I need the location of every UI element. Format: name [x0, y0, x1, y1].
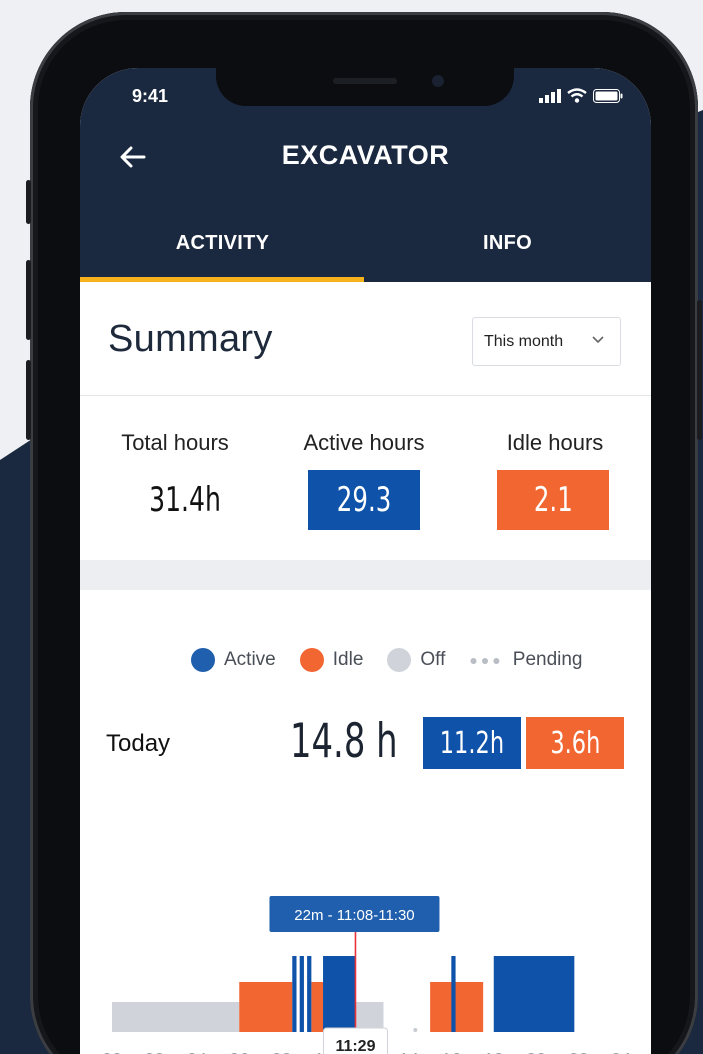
period-select-value: This month	[484, 332, 564, 350]
total-hours-value: 31.4h	[149, 480, 221, 520]
activity-timeline-chart[interactable]: 0002040608101214161820222422m - 11:08-11…	[80, 828, 651, 1054]
total-hours-label: Total hours	[121, 430, 229, 455]
today-label: Today	[106, 730, 171, 757]
summary-heading: Summary	[108, 318, 273, 360]
timeline-segment-active	[292, 956, 297, 1032]
chart-legend: Active Idle Off ●●● Pending	[191, 648, 583, 672]
phone-volume-up	[26, 260, 31, 340]
active-hours-number: 29.3	[336, 480, 392, 520]
x-tick-label: 08	[272, 1050, 292, 1054]
timeline-segment-idle	[239, 982, 293, 1032]
pending-marker	[413, 1028, 418, 1032]
x-tick-label: 02	[144, 1050, 164, 1054]
today-active-box: 11.2h	[423, 717, 521, 769]
legend-idle-label: Idle	[332, 649, 364, 670]
status-time: 9:41	[132, 86, 169, 106]
timeline-segment-active	[493, 956, 575, 1032]
active-dot-icon	[191, 648, 215, 672]
today-total: 14.8 h	[290, 714, 398, 769]
idle-hours-value: 2.1	[497, 470, 609, 530]
speaker-grille	[333, 78, 397, 84]
legend-active: Active	[191, 648, 276, 672]
phone-notch	[216, 68, 514, 106]
timeline-segment-active	[299, 956, 304, 1032]
timeline-segment-active	[451, 956, 456, 1032]
legend-idle: Idle	[299, 648, 364, 672]
timeline-segment-active	[323, 956, 356, 1032]
x-tick-label: 00	[102, 1050, 122, 1054]
timeline-segment-off	[112, 1002, 240, 1032]
idle-dot-icon	[299, 648, 324, 672]
today-idle-box: 3.6h	[526, 717, 624, 769]
phone-screen: 9:41 EXCAVATOR ACTIVITY INFO Summary Thi…	[80, 68, 651, 1054]
timeline-segment-idle	[311, 982, 324, 1032]
timeline-segment-idle	[430, 982, 484, 1032]
x-tick-label: 22	[569, 1050, 589, 1054]
tab-activity[interactable]: ACTIVITY	[80, 232, 365, 255]
cursor-time-label: 11:29	[335, 1038, 375, 1054]
section-separator	[80, 560, 651, 590]
idle-hours-label: Idle hours	[506, 430, 604, 455]
legend-off: Off	[387, 648, 445, 672]
status-icons	[539, 88, 623, 103]
legend-pending-label: Pending	[512, 649, 583, 670]
wifi-icon	[567, 88, 587, 103]
legend-off-label: Off	[420, 649, 446, 670]
off-dot-icon	[387, 648, 412, 672]
tooltip-text: 22m - 11:08-11:30	[294, 907, 414, 924]
x-tick-label: 04	[187, 1050, 207, 1054]
tab-info[interactable]: INFO	[365, 232, 650, 255]
divider	[80, 395, 651, 396]
timeline-segment-active	[307, 956, 312, 1032]
x-tick-label: 16	[441, 1050, 461, 1054]
active-hours-label: Active hours	[303, 430, 425, 455]
front-camera	[432, 75, 444, 87]
today-idle-value: 3.6h	[549, 725, 601, 761]
page-title: EXCAVATOR	[281, 140, 450, 170]
pending-dots-icon: ●●●	[469, 652, 504, 668]
period-select[interactable]: This month	[472, 317, 621, 366]
chevron-down-icon	[592, 336, 604, 344]
x-tick-label: 18	[484, 1050, 504, 1054]
phone-volume-down	[26, 360, 31, 440]
x-tick-label: 14	[399, 1050, 419, 1054]
phone-mute-switch	[26, 180, 31, 224]
legend-pending: ●●● Pending	[469, 649, 582, 671]
today-active-value: 11.2h	[439, 725, 505, 761]
x-tick-label: 24	[611, 1050, 631, 1054]
phone-power-button	[697, 300, 702, 440]
active-tab-indicator	[80, 277, 364, 282]
idle-hours-number: 2.1	[533, 480, 573, 520]
signal-icon	[539, 89, 561, 103]
x-tick-label: 06	[229, 1050, 249, 1054]
active-hours-value: 29.3	[308, 470, 420, 530]
battery-icon	[593, 89, 623, 103]
legend-active-label: Active	[224, 649, 276, 670]
x-tick-label: 20	[526, 1050, 546, 1054]
